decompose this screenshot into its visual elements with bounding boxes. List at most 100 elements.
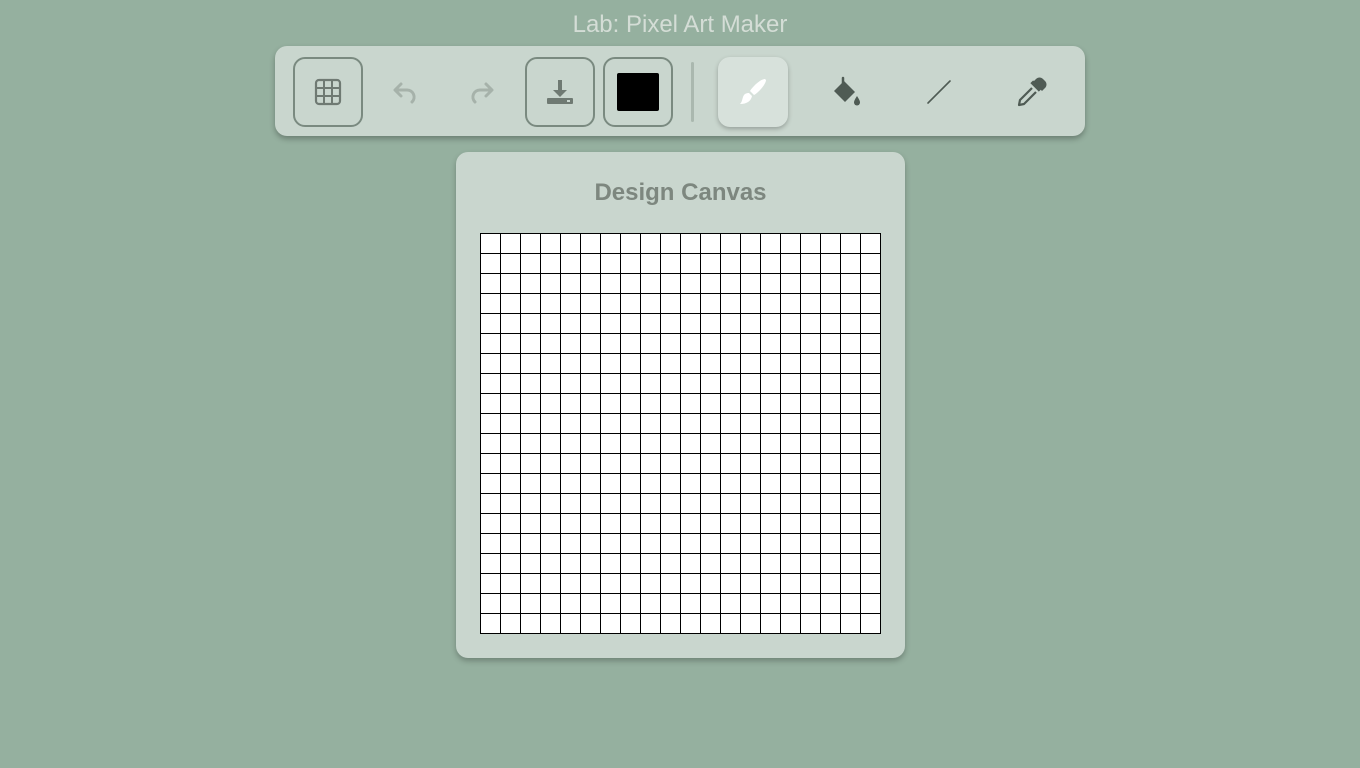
pixel-cell[interactable] xyxy=(701,254,721,274)
pixel-cell[interactable] xyxy=(561,514,581,534)
pixel-cell[interactable] xyxy=(641,374,661,394)
pixel-cell[interactable] xyxy=(801,514,821,534)
pixel-cell[interactable] xyxy=(861,574,881,594)
pixel-cell[interactable] xyxy=(801,534,821,554)
pixel-cell[interactable] xyxy=(701,474,721,494)
pixel-cell[interactable] xyxy=(561,334,581,354)
pixel-cell[interactable] xyxy=(481,474,501,494)
pixel-cell[interactable] xyxy=(521,414,541,434)
pixel-cell[interactable] xyxy=(781,274,801,294)
pixel-cell[interactable] xyxy=(641,434,661,454)
pixel-cell[interactable] xyxy=(601,254,621,274)
pixel-cell[interactable] xyxy=(781,434,801,454)
pixel-cell[interactable] xyxy=(601,454,621,474)
pixel-cell[interactable] xyxy=(601,354,621,374)
pixel-cell[interactable] xyxy=(581,274,601,294)
pixel-cell[interactable] xyxy=(521,314,541,334)
pixel-cell[interactable] xyxy=(701,374,721,394)
pixel-cell[interactable] xyxy=(741,494,761,514)
pixel-cell[interactable] xyxy=(661,334,681,354)
pixel-cell[interactable] xyxy=(501,434,521,454)
pixel-cell[interactable] xyxy=(821,494,841,514)
pixel-cell[interactable] xyxy=(521,514,541,534)
pixel-cell[interactable] xyxy=(821,334,841,354)
pixel-cell[interactable] xyxy=(581,554,601,574)
pixel-cell[interactable] xyxy=(521,574,541,594)
pixel-cell[interactable] xyxy=(561,554,581,574)
pixel-cell[interactable] xyxy=(841,514,861,534)
pixel-cell[interactable] xyxy=(861,274,881,294)
pixel-cell[interactable] xyxy=(481,334,501,354)
pixel-cell[interactable] xyxy=(861,234,881,254)
pixel-cell[interactable] xyxy=(821,434,841,454)
pixel-cell[interactable] xyxy=(821,374,841,394)
pixel-cell[interactable] xyxy=(501,614,521,634)
pixel-cell[interactable] xyxy=(681,474,701,494)
pixel-cell[interactable] xyxy=(861,294,881,314)
pixel-cell[interactable] xyxy=(561,494,581,514)
pixel-cell[interactable] xyxy=(821,294,841,314)
pixel-cell[interactable] xyxy=(661,454,681,474)
pixel-cell[interactable] xyxy=(741,614,761,634)
pixel-cell[interactable] xyxy=(481,254,501,274)
pixel-cell[interactable] xyxy=(541,414,561,434)
pixel-cell[interactable] xyxy=(861,394,881,414)
pixel-cell[interactable] xyxy=(721,334,741,354)
pixel-cell[interactable] xyxy=(761,374,781,394)
pixel-cell[interactable] xyxy=(621,574,641,594)
pixel-cell[interactable] xyxy=(761,494,781,514)
pixel-cell[interactable] xyxy=(601,494,621,514)
pixel-cell[interactable] xyxy=(541,274,561,294)
pixel-cell[interactable] xyxy=(501,334,521,354)
pixel-cell[interactable] xyxy=(861,614,881,634)
pixel-cell[interactable] xyxy=(741,554,761,574)
pixel-cell[interactable] xyxy=(621,274,641,294)
pixel-cell[interactable] xyxy=(621,514,641,534)
pixel-cell[interactable] xyxy=(661,314,681,334)
pixel-cell[interactable] xyxy=(861,334,881,354)
pixel-cell[interactable] xyxy=(581,454,601,474)
pixel-cell[interactable] xyxy=(501,514,521,534)
pixel-cell[interactable] xyxy=(781,514,801,534)
pixel-cell[interactable] xyxy=(701,294,721,314)
pixel-cell[interactable] xyxy=(581,434,601,454)
pixel-cell[interactable] xyxy=(621,234,641,254)
pixel-cell[interactable] xyxy=(521,274,541,294)
pixel-cell[interactable] xyxy=(481,574,501,594)
pixel-cell[interactable] xyxy=(781,574,801,594)
pixel-cell[interactable] xyxy=(621,554,641,574)
pixel-cell[interactable] xyxy=(501,534,521,554)
pixel-cell[interactable] xyxy=(541,374,561,394)
pixel-cell[interactable] xyxy=(801,374,821,394)
pixel-cell[interactable] xyxy=(501,374,521,394)
pixel-cell[interactable] xyxy=(801,574,821,594)
pixel-cell[interactable] xyxy=(721,474,741,494)
pixel-cell[interactable] xyxy=(501,254,521,274)
pixel-cell[interactable] xyxy=(781,354,801,374)
pixel-cell[interactable] xyxy=(501,314,521,334)
pixel-cell[interactable] xyxy=(841,294,861,314)
pixel-cell[interactable] xyxy=(761,594,781,614)
pixel-cell[interactable] xyxy=(741,534,761,554)
pixel-cell[interactable] xyxy=(861,314,881,334)
pixel-cell[interactable] xyxy=(581,534,601,554)
pixel-cell[interactable] xyxy=(821,534,841,554)
pixel-cell[interactable] xyxy=(541,234,561,254)
pixel-cell[interactable] xyxy=(481,374,501,394)
pixel-cell[interactable] xyxy=(481,394,501,414)
pixel-cell[interactable] xyxy=(761,414,781,434)
pixel-cell[interactable] xyxy=(801,234,821,254)
pixel-cell[interactable] xyxy=(621,254,641,274)
pixel-cell[interactable] xyxy=(621,614,641,634)
pixel-cell[interactable] xyxy=(641,394,661,414)
pixel-cell[interactable] xyxy=(841,394,861,414)
pixel-cell[interactable] xyxy=(501,354,521,374)
pixel-cell[interactable] xyxy=(661,274,681,294)
pixel-cell[interactable] xyxy=(841,254,861,274)
pixel-cell[interactable] xyxy=(581,574,601,594)
pixel-cell[interactable] xyxy=(801,274,821,294)
pixel-cell[interactable] xyxy=(841,614,861,634)
pixel-cell[interactable] xyxy=(641,334,661,354)
pixel-cell[interactable] xyxy=(841,414,861,434)
pixel-cell[interactable] xyxy=(481,554,501,574)
